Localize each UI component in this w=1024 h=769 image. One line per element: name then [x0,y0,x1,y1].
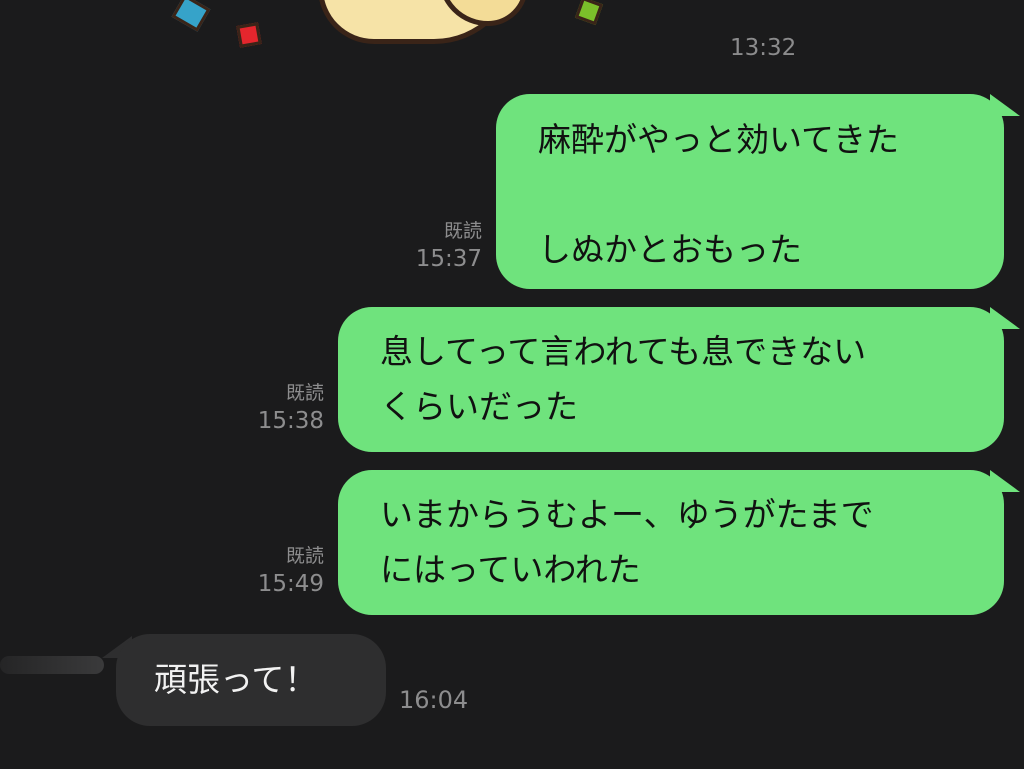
message-text-line: 麻酔がやっと効いてきた [538,120,900,159]
sticker-image[interactable] [0,0,1024,50]
outgoing-message-bubble[interactable]: いまからうむよー、ゆうがたまで にはっていわれた [338,470,1004,615]
bubble-tail [990,470,1020,492]
message-timestamp: 15:38 [257,408,324,434]
message-text-line [538,167,1004,222]
message-text-line: いまからうむよー、ゆうがたまで [380,495,874,534]
avatar[interactable] [0,656,104,674]
message-meta: 既読 15:38 [240,380,324,436]
message-meta: 既読 15:37 [400,218,482,274]
message-text-line: 息してって言われても息できない [380,332,867,371]
confetti-shape [236,22,262,48]
message-timestamp: 16:04 [399,686,469,714]
outgoing-message-bubble[interactable]: 息してって言われても息できない くらいだった [338,307,1004,452]
message-text-line: しぬかとおもった [538,230,802,269]
read-receipt: 既読 [285,382,324,404]
read-receipt: 既読 [285,545,324,567]
message-meta: 既読 15:49 [240,543,324,599]
message-text-line: にはっていわれた [380,550,641,589]
message-timestamp: 15:37 [415,246,482,272]
confetti-shape [574,0,604,26]
message-text-line: 頑張って！ [154,660,318,699]
sticker-timestamp: 13:32 [730,35,797,61]
message-timestamp: 15:49 [257,571,324,597]
bubble-tail [990,94,1020,116]
confetti-shape [171,0,211,32]
incoming-message-bubble[interactable]: 頑張って！ [116,634,386,726]
read-receipt: 既読 [443,220,482,242]
bubble-tail [990,307,1020,329]
message-text-line: くらいだった [380,387,578,426]
outgoing-message-bubble[interactable]: 麻酔がやっと効いてきた しぬかとおもった [496,94,1004,289]
